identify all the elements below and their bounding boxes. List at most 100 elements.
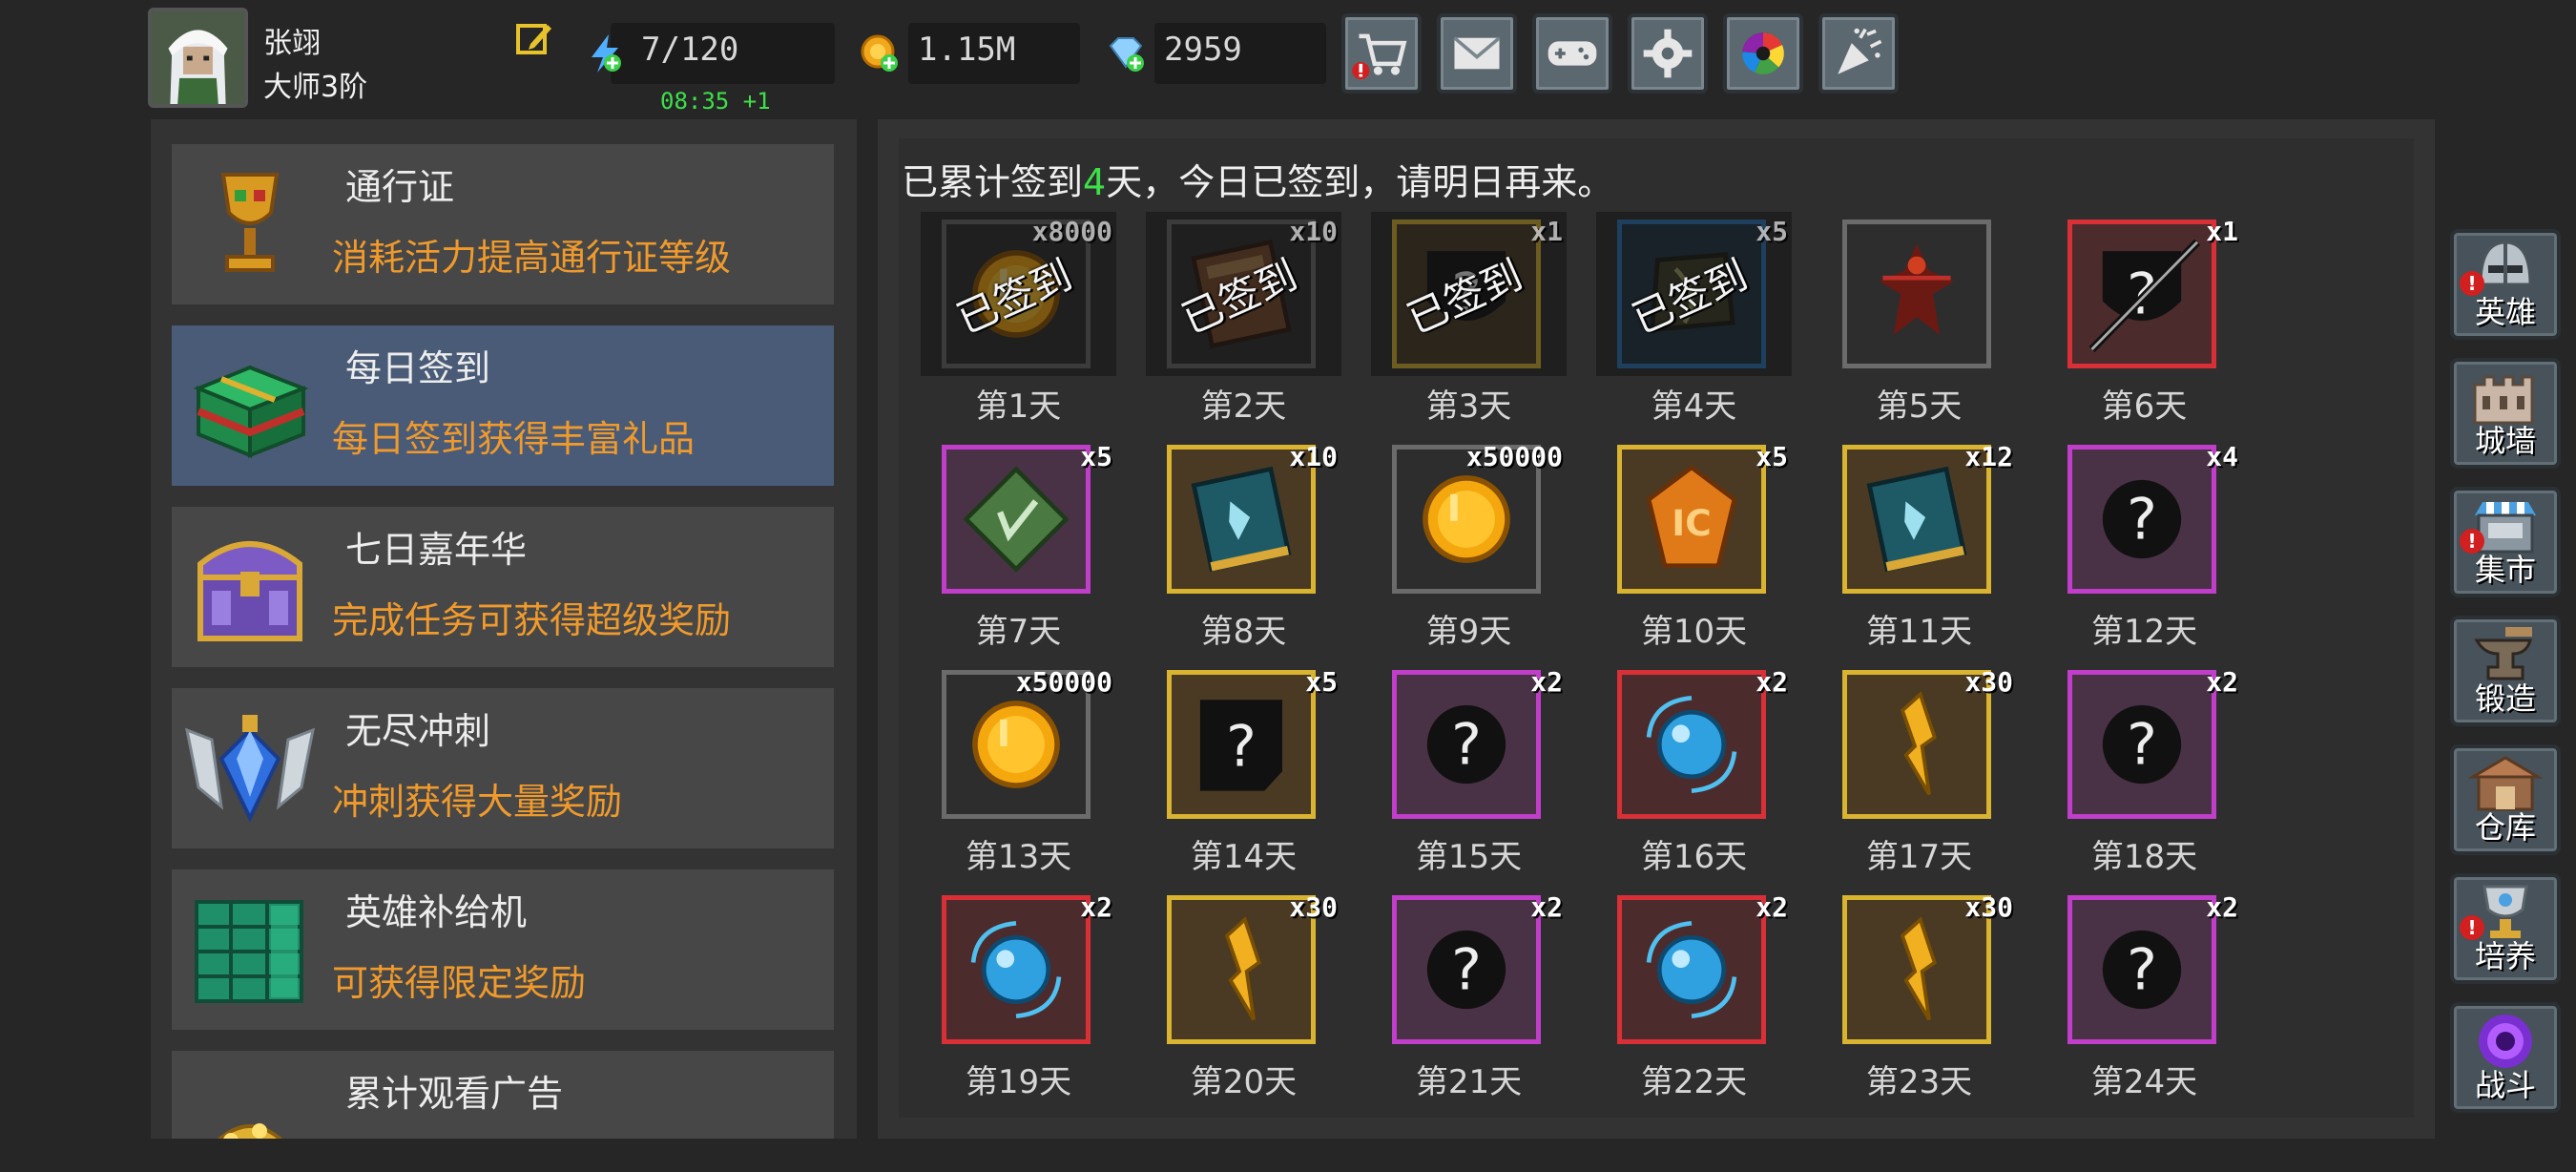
nav-label: 锻造 bbox=[2474, 680, 2536, 717]
svg-text:?: ? bbox=[1451, 712, 1482, 779]
edit-name-icon[interactable] bbox=[515, 19, 553, 57]
signin-day-cell[interactable]: x2 第22天 bbox=[1596, 891, 1792, 1115]
treasure-chest-icon bbox=[183, 520, 317, 654]
envelope-icon bbox=[1453, 36, 1501, 70]
signin-day-cell[interactable]: ? x2 第24天 bbox=[2046, 891, 2242, 1115]
reward-slot: ? bbox=[2067, 220, 2216, 368]
activity-item-daily-signin[interactable]: 每日签到 每日签到获得丰富礼品 bbox=[172, 325, 834, 486]
day-label: 第21天 bbox=[1415, 1063, 1523, 1101]
day-label: 第1天 bbox=[975, 387, 1062, 426]
svg-text:?: ? bbox=[1226, 713, 1257, 780]
signin-day-cell[interactable]: 已签到 x8000 第1天 bbox=[921, 212, 1116, 439]
day-label: 第11天 bbox=[1865, 613, 1973, 651]
activity-title: 七日嘉年华 bbox=[345, 529, 528, 571]
day-label: 第7天 bbox=[975, 613, 1062, 651]
activity-item-watch-ads[interactable]: 累计观看广告 bbox=[172, 1051, 834, 1139]
day-label: 第12天 bbox=[2090, 613, 2198, 651]
reward-quantity: x50000 bbox=[1465, 441, 1563, 472]
day-label: 第14天 bbox=[1190, 838, 1298, 876]
signin-day-cell[interactable]: ? x4 第12天 bbox=[2046, 441, 2242, 664]
celebrate-button[interactable] bbox=[1818, 13, 1899, 94]
reward-quantity: x10 bbox=[1289, 441, 1338, 472]
activity-item-hero-supply[interactable]: 英雄补给机 可获得限定奖励 bbox=[172, 869, 834, 1030]
day-label: 第8天 bbox=[1200, 613, 1287, 651]
nav-label: 培养 bbox=[2474, 938, 2536, 974]
activity-title: 英雄补给机 bbox=[345, 891, 528, 933]
gold-value: 1.15M bbox=[918, 31, 1016, 69]
activity-item-pass[interactable]: 通行证 消耗活力提高通行证等级 bbox=[172, 144, 834, 304]
energy-icon bbox=[584, 32, 626, 74]
shop-button[interactable] bbox=[1341, 13, 1422, 94]
signin-day-cell[interactable]: ? x2 第15天 bbox=[1371, 666, 1567, 889]
signin-day-cell[interactable]: x30 第17天 bbox=[1821, 666, 2017, 889]
nav-market-button[interactable]: ! 集市 bbox=[2450, 487, 2561, 597]
nav-hero-button[interactable]: ! 英雄 bbox=[2450, 229, 2561, 340]
reward-slot bbox=[942, 895, 1091, 1044]
activity-desc: 每日签到获得丰富礼品 bbox=[332, 418, 696, 460]
signin-day-cell[interactable]: x50000 第9天 bbox=[1371, 441, 1567, 664]
reward-quantity: x30 bbox=[1289, 891, 1338, 923]
signin-day-cell[interactable]: ?已签到x1第3天 bbox=[1371, 212, 1567, 439]
activity-title: 无尽冲刺 bbox=[345, 710, 491, 752]
reward-quantity: x2 bbox=[1755, 666, 1788, 698]
nav-label: 仓库 bbox=[2474, 809, 2536, 846]
activity-desc: 冲刺获得大量奖励 bbox=[332, 781, 623, 823]
day-label: 第20天 bbox=[1190, 1063, 1298, 1101]
reward-quantity: x2 bbox=[1080, 891, 1112, 923]
nav-forge-button[interactable]: 锻造 bbox=[2450, 616, 2561, 726]
signin-day-cell[interactable]: ? x5 第14天 bbox=[1146, 666, 1341, 889]
signin-day-cell[interactable]: ? x2 第21天 bbox=[1371, 891, 1567, 1115]
reward-quantity: x8000 bbox=[1031, 216, 1112, 247]
mail-button[interactable] bbox=[1437, 13, 1517, 94]
reward-slot: ? bbox=[1392, 895, 1541, 1044]
reward-quantity: x5 bbox=[1305, 666, 1338, 698]
reward-quantity: x1 bbox=[2206, 216, 2238, 247]
aperture-button[interactable] bbox=[1723, 13, 1803, 94]
activity-list-panel[interactable]: 通行证 消耗活力提高通行证等级 每日签到 每日签到获得丰富礼品 七日嘉年华 完成… bbox=[151, 119, 857, 1139]
signin-day-cell[interactable]: x12 第11天 bbox=[1821, 441, 2017, 664]
signin-days-count: 4 bbox=[1083, 161, 1107, 203]
signin-day-cell[interactable]: x30 第23天 bbox=[1821, 891, 2017, 1115]
gems-value: 2959 bbox=[1164, 31, 1242, 69]
hero-figure-icon bbox=[1879, 243, 1955, 336]
reward-slot: ? bbox=[2067, 895, 2216, 1044]
svg-text:?: ? bbox=[2127, 937, 2157, 1004]
nav-castle-wall-button[interactable]: 城墙 bbox=[2450, 358, 2561, 469]
gamepad-button[interactable] bbox=[1532, 13, 1612, 94]
nav-cultivate-button[interactable]: ! 培养 bbox=[2450, 873, 2561, 984]
gold-coin-icon[interactable] bbox=[859, 32, 901, 74]
day-label: 第17天 bbox=[1865, 838, 1973, 876]
reward-slot: ? bbox=[1392, 670, 1541, 819]
player-avatar[interactable] bbox=[148, 8, 248, 108]
signin-day-cell[interactable]: x5 第7天 bbox=[921, 441, 1116, 664]
nav-storehouse-button[interactable]: 仓库 bbox=[2450, 744, 2561, 855]
signin-day-cell[interactable]: 已签到 x5 第4天 bbox=[1596, 212, 1792, 439]
signin-day-cell[interactable]: ?x1 第6天 bbox=[2046, 216, 2242, 439]
party-popper-icon bbox=[1838, 28, 1882, 74]
signin-day-cell[interactable]: x10 第8天 bbox=[1146, 441, 1341, 664]
signin-day-cell[interactable]: 已签到 x10 第2天 bbox=[1146, 212, 1341, 439]
activity-item-endless-sprint[interactable]: 无尽冲刺 冲刺获得大量奖励 bbox=[172, 688, 834, 848]
signin-day-cell[interactable]: x2 第16天 bbox=[1596, 666, 1792, 889]
signin-day-cell[interactable]: x2 第19天 bbox=[921, 891, 1116, 1115]
mystery-orb-icon: ? bbox=[1426, 930, 1506, 1010]
signin-day-cell[interactable]: x30 第20天 bbox=[1146, 891, 1341, 1115]
settings-button[interactable] bbox=[1628, 13, 1708, 94]
reward-slot: IC bbox=[1617, 445, 1766, 594]
reward-quantity: x5 bbox=[1755, 216, 1788, 247]
signin-day-cell[interactable]: 第5天 bbox=[1821, 220, 2017, 439]
svg-text:?: ? bbox=[2127, 487, 2157, 554]
diamond-icon[interactable] bbox=[1105, 32, 1147, 74]
activity-item-seven-day-carnival[interactable]: 七日嘉年华 完成任务可获得超级奖励 bbox=[172, 507, 834, 667]
cart-icon bbox=[1352, 33, 1407, 80]
blue-orb-icon bbox=[1646, 921, 1737, 1018]
activity-title: 累计观看广告 bbox=[345, 1073, 564, 1115]
signin-day-cell[interactable]: x50000 第13天 bbox=[921, 666, 1116, 889]
reward-slot bbox=[1842, 220, 1991, 368]
signin-day-cell[interactable]: ? x2 第18天 bbox=[2046, 666, 2242, 889]
reward-quantity: x5 bbox=[1755, 441, 1788, 472]
signin-day-cell[interactable]: IC x5 第10天 bbox=[1596, 441, 1792, 664]
blue-orb-icon bbox=[970, 921, 1062, 1018]
nav-battle-button[interactable]: 战斗 bbox=[2450, 1002, 2561, 1113]
mystery-orb-icon: ? bbox=[2102, 479, 2182, 559]
